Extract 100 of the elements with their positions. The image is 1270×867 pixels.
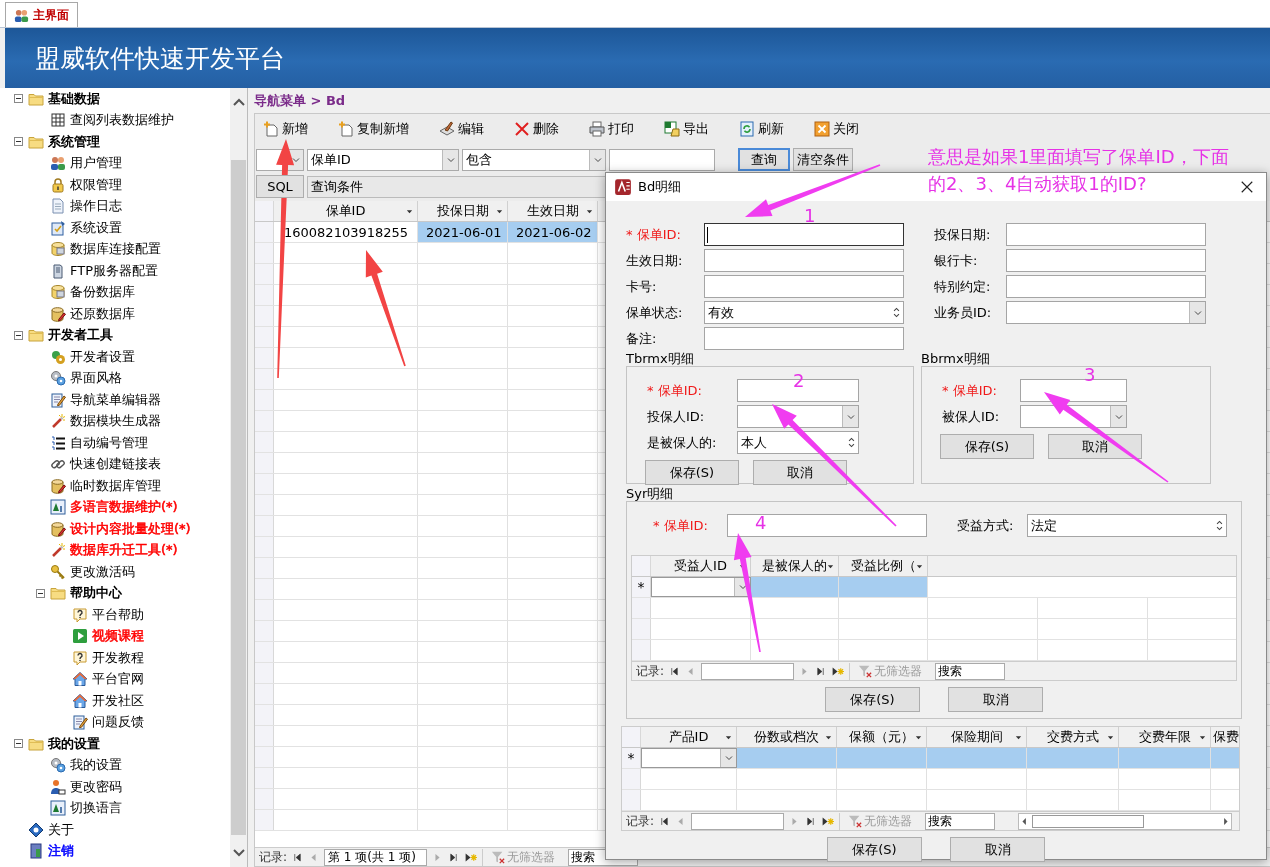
- tree-item[interactable]: 备份数据库: [70, 283, 135, 302]
- tree-item[interactable]: 导航菜单编辑器: [70, 390, 161, 409]
- clear-button[interactable]: 清空条件: [793, 148, 853, 171]
- tree-item[interactable]: 开发者设置: [70, 347, 135, 366]
- tree-item[interactable]: 快速创建链接表: [70, 455, 161, 474]
- tree-item[interactable]: 开发社区: [92, 691, 144, 710]
- column-header[interactable]: 产品ID: [641, 727, 737, 747]
- tree-item[interactable]: FTP服务器配置: [70, 261, 159, 280]
- tree-item[interactable]: 切换语言: [70, 799, 122, 818]
- tree-item[interactable]: 数据库连接配置: [70, 240, 161, 259]
- tree-item[interactable]: 系统管理: [48, 132, 100, 151]
- tree-item[interactable]: 查阅列表数据维护: [70, 111, 174, 130]
- field-label: 备注:: [625, 329, 658, 348]
- column-header[interactable]: 保额（元）: [837, 727, 927, 747]
- field-label: 卡号:: [625, 277, 658, 296]
- column-header[interactable]: 份数或档次: [737, 727, 837, 747]
- toolbar-button[interactable]: 新增: [259, 120, 312, 138]
- tree-item[interactable]: 问题反馈: [92, 713, 144, 732]
- toolbar-button[interactable]: 刷新: [735, 120, 788, 138]
- field-label: 保单状态:: [625, 303, 684, 322]
- dialog-button[interactable]: 取消: [948, 687, 1043, 712]
- dropdown-field[interactable]: 保单ID: [307, 148, 459, 171]
- tree-item[interactable]: 帮助中心: [70, 584, 122, 603]
- annotation-number: 2: [793, 370, 805, 391]
- column-header[interactable]: 受益比例（: [839, 556, 928, 576]
- tree-item[interactable]: 权限管理: [70, 175, 122, 194]
- toolbar-button[interactable]: 打印: [585, 120, 638, 138]
- tree-item[interactable]: 自动编号管理: [70, 433, 148, 452]
- spinner-field[interactable]: 有效: [704, 301, 904, 324]
- record-position-field[interactable]: 第 1 项(共 1 项): [324, 848, 428, 866]
- tree-item[interactable]: 数据模块生成器: [70, 412, 161, 431]
- annotation-text: 意思是如果1里面填写了保单ID，下面的2、3、4自动获取1的ID?: [928, 145, 1230, 196]
- toolbar-button[interactable]: 关闭: [810, 120, 863, 138]
- dropdown-field[interactable]: 包含: [462, 148, 606, 171]
- tree-item[interactable]: 更改密码: [70, 777, 122, 796]
- column-header[interactable]: 是被保人的: [751, 556, 839, 576]
- search-field[interactable]: 搜索: [925, 812, 996, 830]
- toolbar-button[interactable]: 删除: [510, 120, 563, 138]
- tree-item[interactable]: 视频课程: [92, 627, 144, 646]
- group-title: Tbrmx明细: [626, 351, 695, 366]
- record-label: 记录:: [636, 662, 665, 680]
- tree-item[interactable]: 平台帮助: [92, 605, 144, 624]
- query-button[interactable]: 查询: [738, 148, 790, 171]
- annotation-number: 3: [1084, 364, 1096, 385]
- tree-item[interactable]: 多语言数据维护(*): [70, 498, 178, 517]
- column-header[interactable]: 保费: [1211, 727, 1239, 747]
- record-label: 记录:: [259, 848, 288, 866]
- column-header[interactable]: 生效日期: [508, 201, 598, 221]
- dialog-button[interactable]: 取消: [1048, 434, 1142, 459]
- dialog-button[interactable]: 取消: [753, 460, 847, 485]
- dialog-button[interactable]: 取消: [950, 837, 1045, 862]
- field-label: 银行卡:: [933, 251, 979, 270]
- column-header[interactable]: 保险期间: [927, 727, 1027, 747]
- tree-item[interactable]: 设计内容批量处理(*): [70, 519, 191, 538]
- tree-item[interactable]: 我的设置: [70, 756, 122, 775]
- tree-item[interactable]: 开发教程: [92, 648, 144, 667]
- field-label: * 保单ID:: [652, 516, 709, 535]
- tree-item[interactable]: 临时数据库管理: [70, 476, 161, 495]
- column-header[interactable]: 交费方式: [1027, 727, 1119, 747]
- app-title: 盟威软件快速开发平台: [35, 42, 285, 75]
- dialog-button[interactable]: 保存(S): [940, 434, 1034, 459]
- field-label: * 保单ID:: [941, 381, 998, 400]
- field-label: 特别约定:: [933, 277, 992, 296]
- dialog-button[interactable]: 保存(S): [827, 837, 922, 862]
- tree-item[interactable]: 用户管理: [70, 154, 122, 173]
- column-header[interactable]: 交费年限: [1119, 727, 1211, 747]
- tree-item[interactable]: 系统设置: [70, 218, 122, 237]
- search-field[interactable]: 搜索: [935, 662, 1006, 680]
- dialog-button[interactable]: 保存(S): [825, 687, 920, 712]
- new-row-marker: *: [632, 577, 651, 597]
- tree-item[interactable]: 平台官网: [92, 670, 144, 689]
- spinner-field[interactable]: 法定: [1027, 514, 1227, 537]
- tree-item[interactable]: 注销: [48, 842, 74, 861]
- column-header[interactable]: 投保日期: [418, 201, 508, 221]
- toolbar-button[interactable]: 导出: [660, 120, 713, 138]
- tree-item[interactable]: 我的设置: [48, 734, 100, 753]
- dialog-title: Bd明细: [638, 178, 682, 196]
- tree-item[interactable]: 基础数据: [48, 89, 100, 108]
- tree-item[interactable]: 还原数据库: [70, 304, 135, 323]
- field-label: 生效日期:: [625, 251, 684, 270]
- tree-item[interactable]: 关于: [48, 820, 74, 839]
- tree-item[interactable]: 界面风格: [70, 369, 122, 388]
- sql-button[interactable]: SQL: [256, 175, 304, 198]
- field-label: 受益方式:: [956, 516, 1015, 535]
- table-cell: 2021-06-02: [508, 222, 598, 242]
- tree-item[interactable]: 更改激活码: [70, 562, 135, 581]
- field-label: 业务员ID:: [933, 303, 993, 322]
- tree-item[interactable]: 操作日志: [70, 197, 122, 216]
- group-title: Bbrmx明细: [921, 351, 991, 366]
- table-cell: 2021-06-01: [418, 222, 508, 242]
- tree-item[interactable]: 开发者工具: [48, 326, 113, 345]
- dialog-button[interactable]: 保存(S): [645, 460, 739, 485]
- field-label: * 保单ID:: [646, 381, 703, 400]
- tree-item[interactable]: 数据库升迁工具(*): [70, 541, 178, 560]
- toolbar-button[interactable]: 编辑: [435, 120, 488, 138]
- annotation-number: 1: [804, 205, 816, 226]
- spinner-field[interactable]: 本人: [737, 431, 859, 454]
- tab[interactable]: 主界面: [5, 2, 78, 27]
- breadcrumb: 导航菜单 > Bd: [254, 92, 347, 110]
- toolbar-button[interactable]: 复制新增: [334, 120, 413, 138]
